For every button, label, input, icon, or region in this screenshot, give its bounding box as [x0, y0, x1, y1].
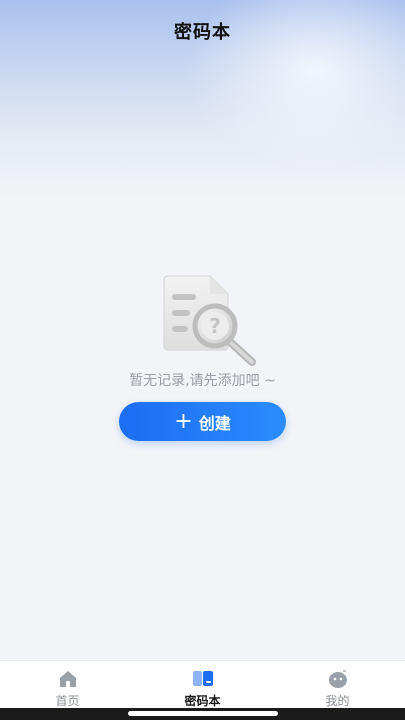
document-search-icon: ?: [158, 272, 258, 368]
tab-mine-label: 我的: [325, 694, 350, 708]
svg-text:?: ?: [209, 314, 221, 338]
profile-face-icon: [327, 669, 349, 689]
book-icon: [192, 669, 214, 689]
home-indicator[interactable]: [128, 711, 278, 716]
create-button[interactable]: + 创建: [119, 402, 286, 441]
tab-passwordbook-label: 密码本: [184, 694, 221, 708]
tab-home-label: 首页: [55, 694, 80, 708]
create-button-label: 创建: [198, 413, 231, 433]
empty-state-message: 暂无记录,请先添加吧 ~: [129, 373, 276, 389]
page-title: 密码本: [174, 22, 231, 43]
plus-icon: +: [174, 408, 193, 434]
home-icon: [57, 669, 79, 689]
